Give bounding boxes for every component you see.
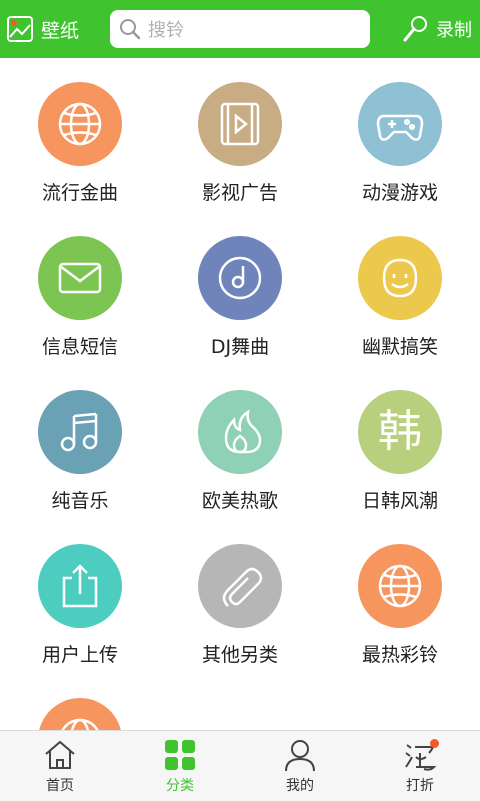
bottom-nav: 首页 分类 我的 打折 <box>0 730 480 801</box>
category-label: 最热彩铃 <box>361 644 438 666</box>
category-label: 用户上传 <box>41 644 118 666</box>
nav-categories[interactable]: 分类 <box>120 731 240 801</box>
wallpaper-label: 壁纸 <box>41 19 80 42</box>
category-circle <box>38 82 122 166</box>
nav-label: 分类 <box>166 778 194 794</box>
category-label: DJ舞曲 <box>210 336 270 358</box>
category-label: 动漫游戏 <box>361 182 438 204</box>
category-item-instrumental[interactable]: 纯音乐 <box>0 366 160 520</box>
upload-icon <box>62 564 98 608</box>
category-circle <box>358 544 442 628</box>
smiley-icon <box>382 258 418 298</box>
grid-icon <box>165 740 195 770</box>
nav-label: 首页 <box>46 778 74 794</box>
category-item-hot-ringback[interactable]: 最热彩铃 <box>320 520 480 674</box>
music-note-icon <box>60 412 98 452</box>
category-item-jpkr[interactable]: 韩 日韩风潮 <box>320 366 480 520</box>
notification-badge <box>430 739 439 748</box>
flame-icon <box>224 409 262 454</box>
category-circle <box>198 236 282 320</box>
home-icon <box>45 740 75 769</box>
record-button[interactable]: 录制 <box>400 10 472 48</box>
category-item-partial[interactable] <box>0 674 160 730</box>
film-icon <box>220 102 260 146</box>
search-placeholder: 搜铃 <box>148 20 184 41</box>
category-label: 信息短信 <box>41 336 118 358</box>
nav-label: 我的 <box>286 778 314 794</box>
category-item-pop[interactable]: 流行金曲 <box>0 58 160 212</box>
nav-discount[interactable]: 打折 <box>360 731 480 801</box>
category-circle: 韩 <box>358 390 442 474</box>
category-circle <box>198 544 282 628</box>
category-circle <box>358 236 442 320</box>
category-item-western-hits[interactable]: 欧美热歌 <box>160 366 320 520</box>
search-icon <box>120 19 141 40</box>
nav-label: 打折 <box>406 778 434 794</box>
korea-character-icon: 韩 <box>378 406 422 457</box>
category-circle <box>38 390 122 474</box>
globe-icon <box>61 718 99 730</box>
globe-icon <box>378 564 422 608</box>
category-item-other[interactable]: 其他另类 <box>160 520 320 674</box>
category-item-film-ads[interactable]: 影视广告 <box>160 58 320 212</box>
top-bar: 壁纸 搜铃 录制 <box>0 0 480 58</box>
category-label: 其他另类 <box>201 644 278 666</box>
category-label: 日韩风潮 <box>361 490 438 512</box>
category-circle <box>358 82 442 166</box>
wallpaper-button[interactable]: 壁纸 <box>6 10 79 48</box>
category-circle <box>38 544 122 628</box>
nav-home[interactable]: 首页 <box>0 731 120 801</box>
search-input[interactable]: 搜铃 <box>110 10 370 48</box>
paperclip-icon <box>222 567 263 607</box>
category-circle <box>198 82 282 166</box>
picture-icon <box>7 16 33 42</box>
category-circle <box>38 236 122 320</box>
microphone-icon <box>403 16 427 42</box>
category-circle <box>38 698 122 730</box>
category-item-anime-games[interactable]: 动漫游戏 <box>320 58 480 212</box>
record-label: 录制 <box>436 20 472 41</box>
category-label: 流行金曲 <box>41 182 118 204</box>
category-grid: 流行金曲 影视广告 动漫游戏 信息短信 DJ舞曲 幽默搞笑 纯音乐 欧美热歌 韩… <box>0 58 480 730</box>
category-label: 影视广告 <box>201 182 278 204</box>
category-item-user-upload[interactable]: 用户上传 <box>0 520 160 674</box>
category-circle <box>198 390 282 474</box>
category-label: 幽默搞笑 <box>361 336 438 358</box>
user-icon <box>285 740 315 772</box>
category-item-sms[interactable]: 信息短信 <box>0 212 160 366</box>
category-label: 纯音乐 <box>51 490 109 512</box>
gamepad-icon <box>376 114 424 141</box>
globe-icon <box>58 102 102 146</box>
category-label: 欧美热歌 <box>201 490 278 512</box>
category-item-dj[interactable]: DJ舞曲 <box>160 212 320 366</box>
disc-icon <box>218 256 262 300</box>
nav-mine[interactable]: 我的 <box>240 731 360 801</box>
category-item-humor[interactable]: 幽默搞笑 <box>320 212 480 366</box>
envelope-icon <box>58 262 102 294</box>
